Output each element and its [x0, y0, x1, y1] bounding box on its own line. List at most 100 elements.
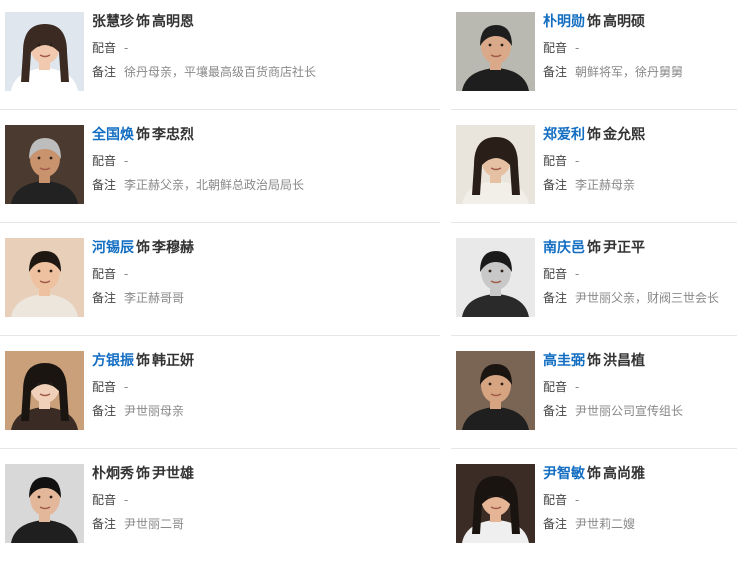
portrait-man-icon	[5, 238, 84, 317]
cast-card: 方银振饰韩正妍 配音 - 备注 尹世丽母亲	[0, 339, 300, 439]
as-separator: 饰	[587, 240, 601, 256]
cast-title: 方银振饰韩正妍	[92, 351, 352, 371]
row-divider	[0, 335, 440, 336]
cast-row: 朴炯秀饰尹世雄 配音 - 备注 尹世丽二哥 尹智敏饰高尚雅 配音 - 备注 尹世莉二嫂	[0, 452, 737, 565]
cast-info: 全国焕饰李忠烈 配音 - 备注 李正赫父亲，北朝鲜总政治局局长	[92, 125, 352, 193]
row-divider	[451, 448, 737, 449]
dub-line: 配音 -	[92, 266, 352, 282]
cast-card: 郑爱利饰金允熙 配音 - 备注 李正赫母亲	[451, 113, 737, 213]
dub-label: 配音	[543, 41, 568, 55]
cast-row: 河锡辰饰李穆赫 配音 - 备注 李正赫哥哥 南庆邑饰尹正平 配音 - 备注 尹世丽父亲，财阀三世会…	[0, 226, 737, 339]
as-separator: 饰	[587, 14, 601, 30]
dub-line: 配音 -	[543, 492, 737, 508]
portrait-man-icon	[456, 351, 535, 430]
cast-title: 南庆邑饰尹正平	[543, 238, 737, 258]
cast-info: 尹智敏饰高尚雅 配音 - 备注 尹世莉二嫂	[543, 464, 737, 532]
as-separator: 饰	[587, 353, 601, 369]
cast-card: 河锡辰饰李穆赫 配音 - 备注 李正赫哥哥	[0, 226, 300, 326]
dub-line: 配音 -	[92, 379, 352, 395]
actor-name[interactable]: 方银振	[92, 353, 134, 369]
role-name: 高明恩	[152, 14, 194, 30]
actor-name[interactable]: 郑爱利	[543, 127, 585, 143]
portrait-woman-icon	[456, 464, 535, 543]
actor-photo[interactable]	[5, 351, 84, 430]
as-separator: 饰	[587, 127, 601, 143]
cast-title: 朴炯秀饰尹世雄	[92, 464, 352, 484]
actor-name[interactable]: 朴明勋	[543, 14, 585, 30]
actor-name[interactable]: 全国焕	[92, 127, 134, 143]
cast-info: 朴炯秀饰尹世雄 配音 - 备注 尹世丽二哥	[92, 464, 352, 532]
dub-line: 配音 -	[543, 40, 737, 56]
dub-line: 配音 -	[543, 379, 737, 395]
note-label: 备注	[543, 517, 568, 531]
as-separator: 饰	[136, 466, 150, 482]
note-value: 尹世丽母亲	[124, 404, 185, 418]
as-separator: 饰	[136, 127, 150, 143]
dub-line: 配音 -	[543, 266, 737, 282]
portrait-woman-icon	[5, 12, 84, 91]
cast-info: 河锡辰饰李穆赫 配音 - 备注 李正赫哥哥	[92, 238, 352, 306]
actor-name[interactable]: 高圭弼	[543, 353, 585, 369]
actor-photo[interactable]	[456, 125, 535, 204]
dub-value: -	[575, 380, 580, 394]
as-separator: 饰	[587, 466, 601, 482]
note-line: 备注 尹世丽父亲，财阀三世会长	[543, 290, 737, 306]
actor-name: 张慧珍	[92, 14, 134, 30]
actor-photo[interactable]	[456, 12, 535, 91]
actor-photo[interactable]	[5, 464, 84, 543]
actor-photo[interactable]	[5, 125, 84, 204]
note-value: 尹世丽公司宣传组长	[575, 404, 684, 418]
cast-card: 朴炯秀饰尹世雄 配音 - 备注 尹世丽二哥	[0, 452, 300, 552]
cast-title: 张慧珍饰高明恩	[92, 12, 352, 32]
actor-photo[interactable]	[456, 464, 535, 543]
dub-value: -	[575, 41, 580, 55]
role-name: 洪昌植	[603, 353, 645, 369]
cast-info: 高圭弼饰洪昌植配音 - 备注 尹世丽公司宣传组长	[543, 351, 737, 419]
as-separator: 饰	[136, 240, 150, 256]
row-divider	[0, 222, 440, 223]
dub-label: 配音	[92, 41, 117, 55]
cast-card: 全国焕饰李忠烈 配音 - 备注 李正赫父亲，北朝鲜总政治局局长	[0, 113, 304, 213]
note-value: 李正赫母亲	[575, 178, 636, 192]
note-line: 备注 朝鲜将军，徐丹舅舅	[543, 64, 737, 80]
row-divider	[451, 335, 737, 336]
actor-photo[interactable]	[456, 238, 535, 317]
dub-value: -	[124, 493, 129, 507]
note-line: 备注 尹世丽公司宣传组长	[543, 403, 737, 419]
cast-card: 高圭弼饰洪昌植配音 - 备注 尹世丽公司宣传组长	[451, 339, 737, 439]
dub-line: 配音 -	[92, 492, 352, 508]
note-label: 备注	[543, 178, 568, 192]
dub-value: -	[124, 380, 129, 394]
note-label: 备注	[92, 291, 117, 305]
note-label: 备注	[543, 65, 568, 79]
role-name: 金允熙	[603, 127, 645, 143]
dub-value: -	[124, 41, 129, 55]
note-line: 备注 李正赫母亲	[543, 177, 737, 193]
portrait-man-icon	[456, 12, 535, 91]
actor-name[interactable]: 河锡辰	[92, 240, 134, 256]
actor-name: 朴炯秀	[92, 466, 134, 482]
note-label: 备注	[92, 65, 117, 79]
cast-row: 全国焕饰李忠烈 配音 - 备注 李正赫父亲，北朝鲜总政治局局长 郑爱利饰金允熙 配音 - 备注李…	[0, 113, 737, 226]
dub-label: 配音	[543, 493, 568, 507]
cast-title: 高圭弼饰洪昌植	[543, 351, 737, 371]
as-separator: 饰	[136, 14, 150, 30]
actor-photo[interactable]	[5, 238, 84, 317]
actor-name[interactable]: 尹智敏	[543, 466, 585, 482]
cast-title: 朴明勋饰高明硕	[543, 12, 737, 32]
note-label: 备注	[92, 178, 117, 192]
note-label: 备注	[543, 291, 568, 305]
actor-name[interactable]: 南庆邑	[543, 240, 585, 256]
cast-card: 尹智敏饰高尚雅 配音 - 备注 尹世莉二嫂	[451, 452, 737, 552]
role-name: 高明硕	[603, 14, 645, 30]
note-value: 李正赫哥哥	[124, 291, 185, 305]
note-line: 备注 尹世莉二嫂	[543, 516, 737, 532]
actor-photo[interactable]	[5, 12, 84, 91]
actor-photo[interactable]	[456, 351, 535, 430]
dub-label: 配音	[543, 380, 568, 394]
note-value: 尹世丽父亲，财阀三世会长	[575, 291, 720, 305]
cast-card: 南庆邑饰尹正平配音 - 备注 尹世丽父亲，财阀三世会长	[451, 226, 737, 326]
cast-info: 张慧珍饰高明恩 配音 - 备注 徐丹母亲，平壤最高级百货商店社长	[92, 12, 352, 80]
portrait-woman-icon	[456, 125, 535, 204]
cast-card: 张慧珍饰高明恩 配音 - 备注 徐丹母亲，平壤最高级百货商店社长	[0, 0, 316, 100]
